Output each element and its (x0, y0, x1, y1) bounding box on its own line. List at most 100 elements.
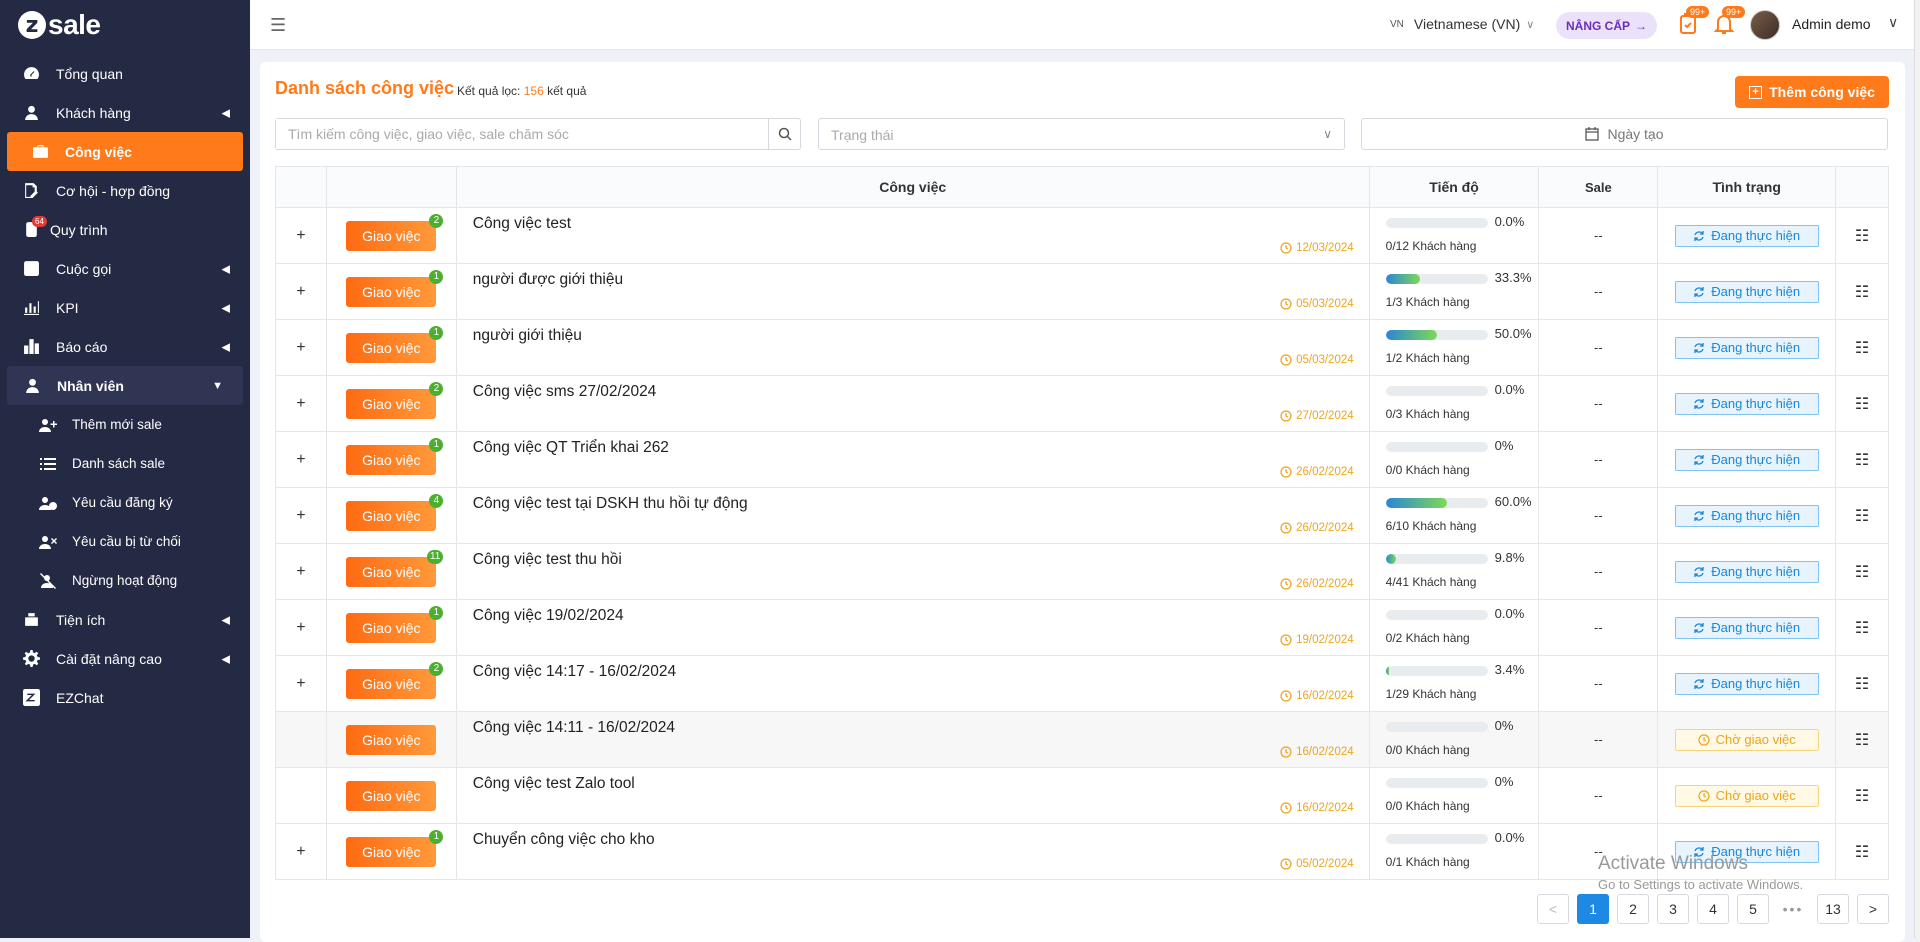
search-input[interactable] (276, 119, 768, 149)
logo[interactable]: z sale (0, 0, 250, 50)
status-cell: Đang thực hiện (1657, 376, 1835, 431)
add-task-button[interactable]: + Thêm công việc (1735, 76, 1889, 108)
expand-toggle[interactable]: + (276, 264, 326, 319)
sidebar-item-co-hoi-hop-dong[interactable]: Cơ hội - hợp đồng (0, 171, 250, 210)
sidebar-item-khach-hang[interactable]: Khách hàng ◀ (0, 93, 250, 132)
sidebar-item-tien-ich[interactable]: Tiện ích ◀ (0, 600, 250, 639)
row-menu-icon[interactable]: ☷ (1855, 674, 1869, 694)
task-name[interactable]: Công việc test Zalo tool (473, 775, 635, 793)
expand-toggle[interactable]: + (276, 824, 326, 879)
pagination-page[interactable]: 13 (1817, 894, 1849, 924)
pagination-page[interactable]: 2 (1617, 894, 1649, 924)
pagination-page[interactable]: 5 (1737, 894, 1769, 924)
menu-toggle-icon[interactable]: ☰ (270, 15, 286, 36)
sidebar-item-label: Cơ hội - hợp đồng (56, 182, 171, 199)
task-name[interactable]: người được giới thiệu (473, 271, 623, 289)
avatar[interactable] (1750, 10, 1780, 40)
pagination-page[interactable]: 4 (1697, 894, 1729, 924)
task-name[interactable]: Công việc test thu hồi (473, 551, 622, 569)
row-menu-icon[interactable]: ☷ (1855, 562, 1869, 582)
expand-toggle[interactable]: + (276, 656, 326, 711)
sidebar-subitem-danh-sach-sale[interactable]: Danh sách sale (0, 444, 250, 483)
sidebar-item-cai-dat-nang-cao[interactable]: Cài đặt nâng cao ◀ (0, 639, 250, 678)
row-menu-icon[interactable]: ☷ (1855, 842, 1869, 862)
task-name[interactable]: người giới thiệu (473, 327, 582, 345)
expand-toggle[interactable]: + (276, 432, 326, 487)
sidebar-item-quy-trinh[interactable]: 64 Quy trình (0, 210, 250, 249)
search-icon[interactable] (768, 119, 800, 149)
sidebar: z sale Tổng quan Khách hàng ◀ Công việc … (0, 0, 250, 938)
status-label: Đang thực hiện (1711, 676, 1801, 691)
task-notification-icon[interactable]: 99+ (1678, 6, 1710, 37)
sidebar-item-bao-cao[interactable]: Báo cáo ◀ (0, 327, 250, 366)
assign-button[interactable]: Giao việc (346, 724, 437, 755)
sidebar-item-cuoc-goi[interactable]: Cuộc gọi ◀ (0, 249, 250, 288)
task-name[interactable]: Công việc sms 27/02/2024 (473, 383, 657, 401)
row-menu-icon[interactable]: ☷ (1855, 226, 1869, 246)
assign-button[interactable]: Giao việc 2 (346, 213, 444, 251)
expand-toggle[interactable]: + (276, 600, 326, 655)
expand-toggle[interactable]: + (276, 376, 326, 431)
window-scrollbar[interactable] (1914, 0, 1920, 938)
task-name[interactable]: Công việc test tại DSKH thu hồi tự động (473, 495, 748, 513)
task-name[interactable]: Chuyển công việc cho kho (473, 831, 655, 849)
sidebar-item-nhan-vien[interactable]: Nhân viên ▼ (7, 366, 243, 405)
expand-toggle[interactable] (276, 768, 326, 823)
sidebar-item-tong-quan[interactable]: Tổng quan (0, 54, 250, 93)
sidebar-subitem-yeu-cau-dang-ky[interactable]: Yêu cầu đăng ký (0, 483, 250, 522)
assign-button[interactable]: Giao việc 2 (346, 381, 444, 419)
assign-button[interactable]: Giao việc 1 (346, 829, 444, 867)
task-name[interactable]: Công việc 14:11 - 16/02/2024 (473, 719, 675, 737)
row-menu-icon[interactable]: ☷ (1855, 450, 1869, 470)
assign-button[interactable]: Giao việc 11 (346, 549, 444, 587)
task-name[interactable]: Công việc test (473, 215, 571, 233)
assign-button[interactable]: Giao việc 1 (346, 437, 444, 475)
sidebar-subitem-yeu-cau-bi-tu-choi[interactable]: Yêu cầu bị từ chối (0, 522, 250, 561)
expand-toggle[interactable]: + (276, 488, 326, 543)
expand-toggle[interactable]: + (276, 320, 326, 375)
expand-toggle[interactable]: + (276, 544, 326, 599)
sidebar-item-kpi[interactable]: KPI ◀ (0, 288, 250, 327)
sidebar-subitem-them-moi-sale[interactable]: Thêm mới sale (0, 405, 250, 444)
sync-icon (1694, 622, 1704, 633)
sidebar-item-ezchat[interactable]: EZChat (0, 678, 250, 717)
status-select[interactable]: Trạng thái ∨ (818, 118, 1345, 150)
row-menu-icon[interactable]: ☷ (1855, 730, 1869, 750)
upgrade-button[interactable]: NÂNG CẤP → (1556, 12, 1658, 39)
assign-button[interactable]: Giao việc 1 (346, 605, 444, 643)
bell-icon[interactable]: 99+ (1713, 6, 1746, 37)
row-menu-icon[interactable]: ☷ (1855, 338, 1869, 358)
created-date-picker[interactable]: Ngày tạo (1361, 118, 1888, 150)
task-name[interactable]: Công việc 14:17 - 16/02/2024 (473, 663, 676, 681)
user-name[interactable]: Admin demo (1792, 16, 1871, 32)
chevron-down-icon[interactable]: ∨ (1888, 14, 1898, 31)
task-name[interactable]: Công việc QT Triển khai 262 (473, 439, 669, 457)
row-menu-icon[interactable]: ☷ (1855, 282, 1869, 302)
row-menu-icon[interactable]: ☷ (1855, 786, 1869, 806)
assign-button[interactable]: Giao việc 1 (346, 325, 444, 363)
pagination-page[interactable]: 3 (1657, 894, 1689, 924)
row-menu-icon[interactable]: ☷ (1855, 618, 1869, 638)
assign-button[interactable]: Giao việc 1 (346, 269, 444, 307)
assign-button[interactable]: Giao việc 2 (346, 661, 444, 699)
language-selector[interactable]: VN Vietnamese (VN) ∨ (1390, 16, 1534, 32)
row-menu-icon[interactable]: ☷ (1855, 506, 1869, 526)
assign-button[interactable]: Giao việc 4 (346, 493, 444, 531)
progress-bar (1385, 442, 1488, 452)
expand-toggle[interactable]: + (276, 208, 326, 263)
progress-fill (1385, 330, 1437, 340)
task-cell: người giới thiệu 05/03/2024 (455, 320, 1369, 375)
task-date-value: 26/02/2024 (1296, 578, 1354, 590)
sidebar-subitem-ngung-hoat-dong[interactable]: Ngừng hoạt động (0, 561, 250, 600)
sidebar-item-cong-viec[interactable]: Công việc (7, 132, 243, 171)
row-menu-icon[interactable]: ☷ (1855, 394, 1869, 414)
pagination-page[interactable]: 1 (1577, 894, 1609, 924)
expand-toggle[interactable] (276, 712, 326, 767)
pagination-prev[interactable]: < (1537, 894, 1569, 924)
assignee-count-badge: 1 (429, 437, 444, 452)
pagination-ellipsis[interactable]: ••• (1777, 894, 1809, 924)
assign-button[interactable]: Giao việc (346, 780, 437, 811)
task-name[interactable]: Công việc 19/02/2024 (473, 607, 624, 625)
pagination-next[interactable]: > (1857, 894, 1889, 924)
progress-customers: 0/12 Khách hàng (1385, 239, 1477, 253)
